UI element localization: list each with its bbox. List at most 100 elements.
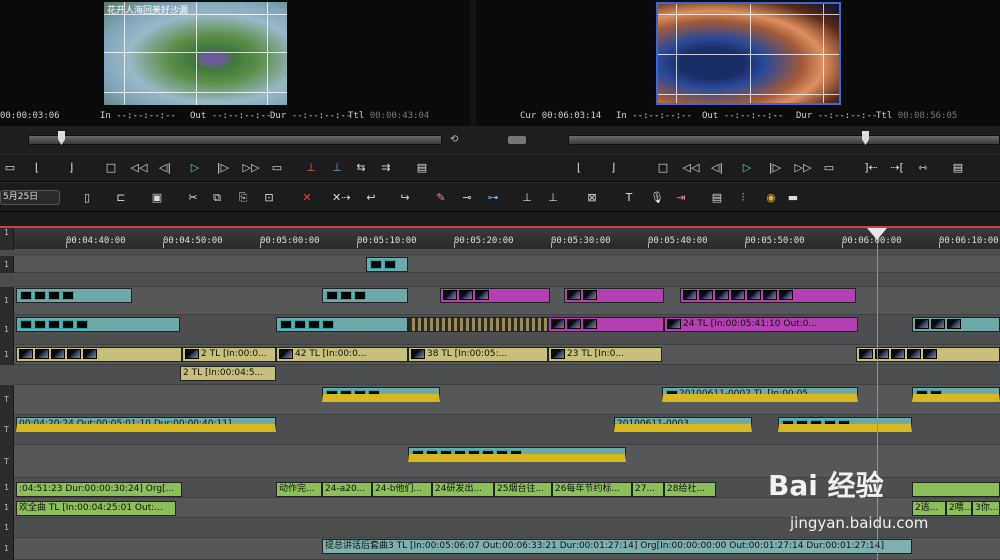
track-header-t2[interactable]: T	[0, 415, 14, 445]
microphone-icon[interactable]: 🎙	[650, 190, 664, 206]
audio-clip-c3[interactable]: 24-b他们...	[372, 482, 432, 497]
stop-icon[interactable]: □	[104, 160, 118, 176]
copy-icon[interactable]: ⧉	[210, 190, 224, 206]
play-icon[interactable]: ▷	[188, 160, 202, 176]
recorder-shuttle[interactable]	[508, 136, 526, 144]
track-header-a4[interactable]: 1	[0, 518, 14, 538]
trim-both-icon[interactable]: ⇿	[914, 160, 932, 176]
timeline-clip[interactable]	[366, 257, 408, 272]
recorder-play-icon[interactable]: ▷	[740, 160, 754, 176]
timeline-clip[interactable]	[322, 288, 408, 303]
audio-clip-c8[interactable]: 28给社...	[664, 482, 716, 497]
audio-clip-2[interactable]: 2 TL [In:00:04:5...	[180, 366, 276, 381]
timeline-clip[interactable]	[16, 288, 132, 303]
recorder-step-back-icon[interactable]: ◁|	[710, 160, 724, 176]
audio-clip-c7[interactable]: 27...	[632, 482, 664, 497]
title-clip[interactable]	[912, 387, 1000, 402]
mark-in-icon[interactable]: ⌊	[30, 160, 44, 176]
audio-clip[interactable]	[912, 482, 1000, 497]
cut-icon[interactable]: ✂	[186, 190, 200, 206]
track-header-a5[interactable]: 1	[0, 538, 14, 560]
title-clip[interactable]	[778, 417, 912, 432]
paste-icon[interactable]: ⎘	[236, 190, 250, 206]
rewind-icon[interactable]: ◁◁	[130, 160, 148, 176]
marker-icon[interactable]: ✎	[434, 190, 448, 206]
audio-clip-c1[interactable]: 动作完...	[276, 482, 322, 497]
timeline-clip[interactable]	[440, 288, 550, 303]
storyboard-icon[interactable]: ▤	[710, 190, 724, 206]
export-icon[interactable]: ⇥	[674, 190, 688, 206]
recorder-fast-forward-icon[interactable]: ▷▷	[794, 160, 812, 176]
audio-clip-long[interactable]: 提总讲话后套曲3 TL [In:00:05:06:07 Out:00:06:33…	[322, 539, 912, 554]
redo-icon[interactable]: ↪	[398, 190, 412, 206]
save-icon[interactable]: ▣	[150, 190, 164, 206]
mixer-icon[interactable]: ⫶	[736, 190, 750, 206]
delete-icon[interactable]: ✕	[300, 190, 314, 206]
track-header-v2[interactable]: 1	[0, 315, 14, 345]
recorder-step-forward-icon[interactable]: |▷	[768, 160, 782, 176]
recorder-mark-out-icon[interactable]: ⌋	[606, 160, 620, 176]
title-clip[interactable]	[322, 387, 440, 402]
audio-clip-music[interactable]: 欢全曲 TL [In:00:04:25:01 Out:...	[16, 501, 176, 516]
title-clip-20100611-0002[interactable]: 20100611-0002 TL [In:00:05...	[662, 387, 858, 402]
clip-menu-icon[interactable]: ▤	[414, 160, 430, 176]
timeline-clip[interactable]	[16, 347, 182, 362]
fast-forward-icon[interactable]: ▷▷	[242, 160, 260, 176]
audio-clip-c6[interactable]: 26每年节约标...	[552, 482, 632, 497]
timeline-clip-38[interactable]: 38 TL [In:00:05:...	[408, 347, 548, 362]
timeline-clip-2[interactable]: 2 TL [In:00:0...	[182, 347, 276, 362]
title-clip-long[interactable]: 00:04:20:24 Out:00:05:01:10 Dur:00:00:40…	[16, 417, 276, 432]
transition-icon[interactable]: ⊠	[584, 190, 600, 206]
recorder-loop-icon[interactable]: ▭	[822, 160, 836, 176]
title-icon[interactable]: T	[622, 190, 636, 206]
player-scrub-bar[interactable]	[28, 135, 442, 145]
track-sync-icon[interactable]: ⊥	[520, 190, 534, 206]
recorder-mark-in-icon[interactable]: ⌊	[572, 160, 586, 176]
timeline-clip-42[interactable]: 42 TL [In:00:0...	[276, 347, 408, 362]
track-header-v4[interactable]: 1	[0, 256, 14, 273]
overwrite-icon[interactable]: ⊥	[330, 160, 344, 176]
track-header-t1[interactable]: T	[0, 385, 14, 415]
audio-clip-tail3[interactable]: 3你...	[972, 501, 1000, 516]
layout-icon[interactable]: ▬	[786, 190, 800, 206]
title-clip-20100611-0003[interactable]: 20100611-0003	[614, 417, 752, 432]
replace-icon[interactable]: ⊡	[262, 190, 276, 206]
track-header-t3[interactable]: T	[0, 445, 14, 478]
timeline-clip[interactable]	[912, 317, 1000, 332]
audio-clip-org[interactable]: :04:51:23 Dur:00:00:30:24] Org[...	[16, 482, 182, 497]
recorder-scrub-bar[interactable]	[568, 135, 1000, 145]
ripple-delete-icon[interactable]: ✕⇢	[332, 190, 350, 206]
mark-out-icon[interactable]: ⌋	[64, 160, 78, 176]
link-icon[interactable]: ⟲	[450, 134, 458, 145]
track-header[interactable]: 1	[0, 228, 14, 250]
link-clips-icon[interactable]: ⊸	[460, 190, 474, 206]
audio-clip-c2[interactable]: 24-a20...	[322, 482, 372, 497]
timeline-clip[interactable]	[408, 317, 548, 332]
insert-icon[interactable]: ⊥	[304, 160, 318, 176]
audio-level-icon[interactable]: ⊥	[546, 190, 560, 206]
track-header-v3[interactable]: 1	[0, 287, 14, 315]
timeline-clip[interactable]	[276, 317, 408, 332]
new-icon[interactable]: ▯	[80, 190, 94, 206]
step-back-icon[interactable]: ◁|	[158, 160, 172, 176]
audio-clip-c5[interactable]: 25烟台往...	[494, 482, 552, 497]
loop-icon[interactable]: ▭	[270, 160, 284, 176]
timeline-clip-24[interactable]: 24 TL [In:00:05:41:10 Out:0...	[664, 317, 858, 332]
timeline-clip-23[interactable]: 23 TL [In:0...	[548, 347, 662, 362]
title-clip[interactable]	[408, 447, 626, 462]
audio-clip-tail2[interactable]: 2喂...	[946, 501, 972, 516]
trim-out-icon[interactable]: ⇢[	[888, 160, 906, 176]
monitor-toggle-icon[interactable]: ▭	[2, 160, 18, 176]
track-header-a2[interactable]: 1	[0, 478, 14, 498]
track-header-v1[interactable]: 1	[0, 345, 14, 365]
trim-in-icon[interactable]: ]⇠	[862, 160, 880, 176]
step-forward-icon[interactable]: |▷	[216, 160, 230, 176]
timeline-clip[interactable]	[680, 288, 856, 303]
render-icon[interactable]: ◉	[764, 190, 778, 206]
recorder-stop-icon[interactable]: □	[656, 160, 670, 176]
recorder-menu-icon[interactable]: ▤	[950, 160, 966, 176]
date-field[interactable]: 5月25日	[0, 190, 60, 205]
audio-clip-c4[interactable]: 24研发出...	[432, 482, 494, 497]
split-icon[interactable]: ⇉	[378, 160, 394, 176]
timeline-clip[interactable]	[16, 317, 180, 332]
